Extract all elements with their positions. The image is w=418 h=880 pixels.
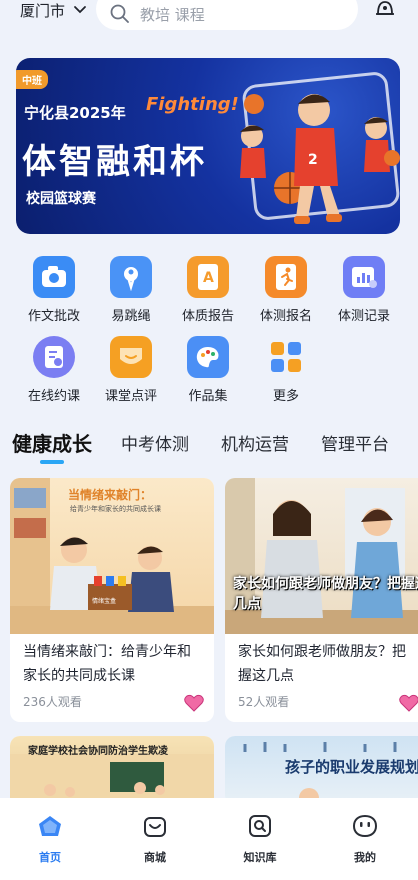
search-input[interactable]: 教培 课程: [96, 0, 358, 30]
nav-shop[interactable]: 商城: [120, 814, 190, 865]
tab-pe-exam[interactable]: 中考体测: [121, 430, 189, 455]
category-tabs: 健康成长 中考体测 机构运营 管理平台: [0, 426, 418, 466]
content-card[interactable]: 家长如何跟老师做朋友？把握这几点 家长如何跟老师做朋友？把握这几点 52人观看: [225, 478, 418, 722]
heart-icon[interactable]: [184, 694, 204, 712]
profile-icon: [352, 814, 378, 838]
grid-item-test-record[interactable]: 体测记录: [325, 256, 403, 324]
palette-icon: [187, 336, 229, 378]
thumb-title: 家庭学校社会协同防治学生欺凌: [28, 746, 168, 757]
basketball-players-illustration: 2: [240, 94, 400, 224]
city-selector[interactable]: 厦门市: [20, 0, 87, 20]
svg-text:A: A: [203, 270, 214, 286]
content-card[interactable]: 当情绪来敲门： 给青少年和家长的共同成长课 情绪宝盒 当情绪来敲门：给青少年和家…: [10, 478, 214, 722]
shop-bag-icon: [144, 817, 166, 837]
grid-item-test-signup[interactable]: 体测报名: [247, 256, 325, 324]
runner-icon: [265, 256, 307, 298]
heart-icon[interactable]: [399, 694, 418, 712]
banner-title: 体智融和杯: [22, 142, 207, 182]
card-thumbnail: 家庭学校社会协同防治学生欺凌: [10, 736, 214, 806]
more-grid-icon: [265, 336, 307, 378]
grid-item-portfolio[interactable]: 作品集: [169, 336, 247, 404]
tab-management-platform[interactable]: 管理平台: [321, 430, 389, 455]
nav-label: 知识库: [243, 851, 277, 864]
content-card[interactable]: 家庭学校社会协同防治学生欺凌: [10, 736, 214, 806]
grid-label: 作文批改: [27, 309, 80, 324]
banner-fighting: Fighting!: [146, 94, 239, 115]
nav-home[interactable]: 首页: [15, 814, 85, 865]
thumb-overlay-text: 家长如何跟老师做朋友？把握这几点: [233, 576, 418, 612]
jump-rope-icon: [110, 256, 152, 298]
thumb-subtitle: 给青少年和家长的共同成长课: [70, 505, 161, 513]
report-a-icon: A: [187, 256, 229, 298]
home-icon: [39, 816, 61, 836]
grid-label: 易跳绳: [111, 309, 151, 324]
chart-record-icon: [343, 256, 385, 298]
banner-line1: 宁化县2025年: [24, 104, 126, 122]
grid-item-more[interactable]: 更多: [247, 336, 325, 404]
nav-label: 首页: [39, 851, 61, 864]
grid-label: 体测记录: [337, 309, 390, 324]
grid-label: 作品集: [188, 389, 228, 404]
thumb-title: 当情绪来敲门：: [68, 488, 153, 502]
comment-icon: [110, 336, 152, 378]
bottom-nav: 首页 商城 知识库 我的: [0, 798, 418, 880]
tab-institution-ops[interactable]: 机构运营: [221, 430, 289, 455]
svg-text:2: 2: [308, 152, 318, 168]
banner-subtitle: 校园篮球赛: [26, 191, 96, 207]
card-title: 当情绪来敲门：给青少年和家长的共同成长课: [23, 644, 191, 684]
bell-icon[interactable]: [372, 0, 398, 20]
banner-tag: 中班: [16, 70, 48, 89]
booking-icon: [33, 336, 75, 378]
grid-item-online-booking[interactable]: 在线约课: [15, 336, 93, 404]
content-card[interactable]: 孩子的职业发展规划: [225, 736, 418, 806]
tab-active-indicator: [40, 460, 64, 464]
grid-label: 课堂点评: [104, 389, 157, 404]
card-views: 236人观看: [23, 695, 82, 709]
card-thumbnail: 家长如何跟老师做朋友？把握这几点: [225, 478, 418, 634]
grid-label: 体质报告: [181, 309, 234, 324]
nav-label: 我的: [354, 851, 376, 864]
thumb-title: 孩子的职业发展规划: [285, 758, 418, 776]
grid-label: 更多: [272, 389, 299, 404]
nav-label: 商城: [144, 851, 166, 864]
promo-banner[interactable]: 中班 2 宁化县2025年 Fighting! 体智融和杯 校园篮球赛: [16, 58, 400, 234]
camera-icon: [33, 256, 75, 298]
card-thumbnail: 当情绪来敲门： 给青少年和家长的共同成长课 情绪宝盒: [10, 478, 214, 634]
grid-item-jump-rope[interactable]: 易跳绳: [92, 256, 170, 324]
card-views: 52人观看: [238, 695, 290, 709]
city-label: 厦门市: [20, 1, 66, 20]
nav-knowledge[interactable]: 知识库: [225, 814, 295, 865]
grid-item-essay-correction[interactable]: 作文批改: [15, 256, 93, 324]
top-bar: 厦门市 教培 课程: [0, 0, 418, 42]
card-title: 家长如何跟老师做朋友？把握这几点: [238, 644, 406, 684]
knowledge-icon: [249, 815, 271, 837]
search-icon: [110, 4, 129, 23]
nav-profile[interactable]: 我的: [330, 814, 400, 865]
chevron-down-icon: [74, 6, 86, 14]
grid-item-class-comment[interactable]: 课堂点评: [92, 336, 170, 404]
grid-label: 体测报名: [259, 309, 312, 324]
tab-health-growth[interactable]: 健康成长: [12, 428, 92, 457]
grid-item-physique-report[interactable]: A 体质报告: [169, 256, 247, 324]
grid-label: 在线约课: [27, 389, 80, 404]
search-placeholder: 教培 课程: [140, 5, 205, 24]
card-thumbnail: 孩子的职业发展规划: [225, 736, 418, 806]
box-label: 情绪宝盒: [92, 598, 117, 605]
